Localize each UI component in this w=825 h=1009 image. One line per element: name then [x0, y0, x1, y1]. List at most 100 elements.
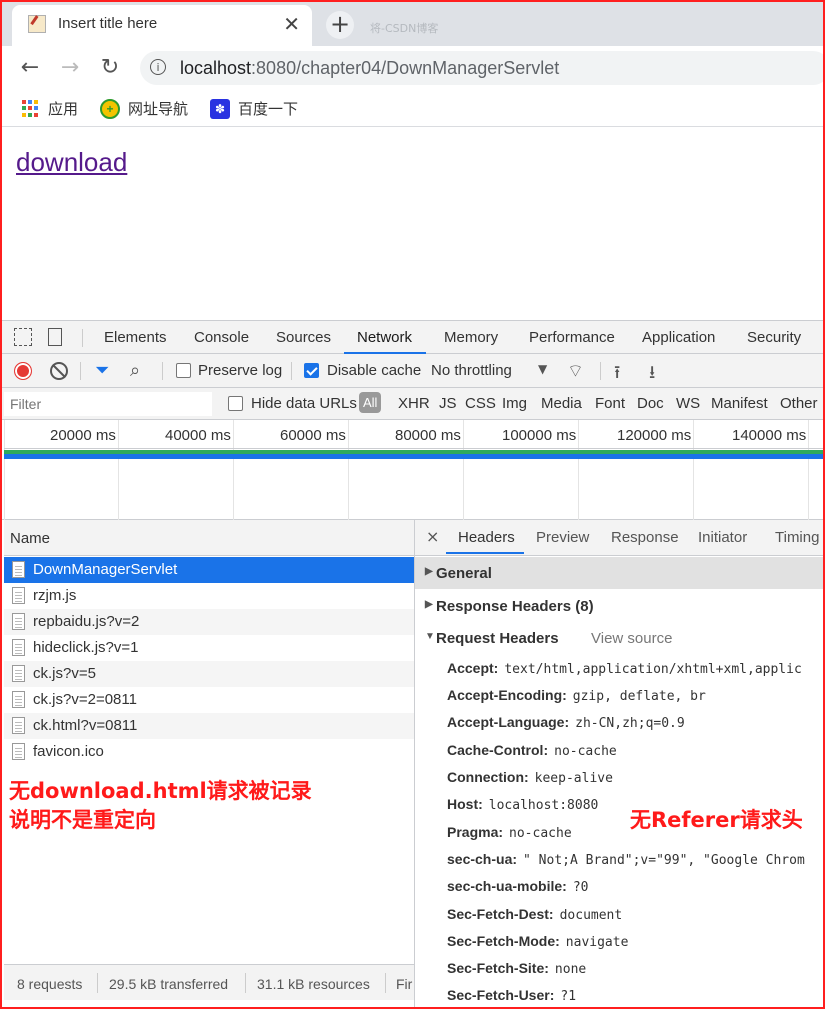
request-name: repbaidu.js?v=2 [33, 613, 140, 630]
type-filter-xhr[interactable]: XHR [398, 395, 430, 412]
request-row[interactable]: hideclick.js?v=1 [4, 635, 414, 661]
header-row: Connection: keep-alive [447, 769, 613, 786]
browser-tab[interactable]: Insert title here ✕ [12, 5, 312, 46]
timeline-overview[interactable]: 20000 ms 40000 ms 60000 ms 80000 ms 1000… [0, 420, 825, 520]
request-name: ck.html?v=0811 [33, 717, 138, 734]
close-detail-icon[interactable]: × [426, 527, 439, 546]
throttling-select[interactable]: No throttling [431, 362, 512, 379]
hide-data-urls-checkbox[interactable] [228, 396, 243, 411]
header-row: Accept-Language: zh-CN,zh;q=0.9 [447, 714, 685, 731]
section-response-headers[interactable]: ▶ Response Headers (8) [415, 590, 825, 622]
section-title: Response Headers (8) [436, 598, 594, 615]
bookmark-baidu[interactable]: ✽ 百度一下 [210, 98, 298, 119]
new-tab-button[interactable]: + [326, 11, 354, 39]
annotation-line: 无download.html请求被记录 [9, 779, 312, 803]
timeline-gridline [463, 420, 464, 520]
document-icon [12, 717, 25, 734]
tab-security[interactable]: Security [747, 329, 801, 346]
tab-preview[interactable]: Preview [536, 529, 589, 546]
request-row[interactable]: DownManagerServlet [4, 557, 414, 583]
network-status-bar: 8 requests 29.5 kB transferred 31.1 kB r… [4, 964, 414, 1000]
request-row[interactable]: favicon.ico [4, 739, 414, 765]
type-filter-doc[interactable]: Doc [637, 395, 664, 412]
divider [80, 362, 81, 380]
document-icon [12, 561, 25, 578]
tab-performance[interactable]: Performance [529, 329, 615, 346]
transferred-size: 29.5 kB transferred [109, 976, 229, 992]
bookmark-apps[interactable]: 应用 [22, 98, 78, 119]
tab-timing[interactable]: Timing [775, 529, 819, 546]
reload-icon[interactable]: ↻ [96, 54, 124, 82]
url-text: localhost:8080/chapter04/DownManagerServ… [180, 58, 560, 78]
document-icon [12, 691, 25, 708]
request-row[interactable]: ck.html?v=0811 [4, 713, 414, 739]
close-tab-icon[interactable]: ✕ [283, 12, 300, 36]
import-har-icon[interactable]: ⭱ [614, 360, 620, 390]
back-icon[interactable]: ← [16, 54, 44, 82]
header-row: Host: localhost:8080 [447, 796, 599, 813]
document-icon [12, 665, 25, 682]
inspect-element-icon[interactable] [14, 328, 32, 346]
header-row: Sec-Fetch-Mode: navigate [447, 933, 629, 950]
type-filter-all[interactable]: All [359, 392, 382, 413]
dropdown-arrow-icon[interactable]: ▼ [538, 362, 547, 376]
export-har-icon[interactable]: ⭳ [649, 360, 655, 390]
record-icon[interactable] [14, 362, 32, 380]
search-icon[interactable]: ⌕ [130, 360, 140, 381]
bookmark-nav[interactable]: + 网址导航 [100, 98, 188, 119]
tab-headers[interactable]: Headers [458, 529, 515, 546]
address-bar[interactable]: i localhost:8080/chapter04/DownManagerSe… [140, 51, 825, 85]
preserve-log-checkbox[interactable] [176, 363, 191, 378]
device-toolbar-icon[interactable] [48, 328, 62, 346]
filter-funnel-icon[interactable]: ⏷ [95, 360, 109, 381]
network-conditions-icon[interactable]: ⌔ [567, 360, 584, 383]
tomcat-favicon-icon [28, 15, 46, 33]
timeline-tick-label: 120000 ms [617, 427, 692, 444]
bookmarks-bar: 应用 + 网址导航 ✽ 百度一下 [0, 90, 825, 127]
request-row[interactable]: repbaidu.js?v=2 [4, 609, 414, 635]
request-row[interactable]: rzjm.js [4, 583, 414, 609]
tab-response[interactable]: Response [611, 529, 679, 546]
request-name: ck.js?v=5 [33, 665, 96, 682]
request-name: hideclick.js?v=1 [33, 639, 139, 656]
request-count: 8 requests [17, 976, 83, 992]
tab-memory[interactable]: Memory [444, 329, 498, 346]
download-link[interactable]: download [16, 147, 127, 178]
annotation-line: 说明不是重定向 [9, 808, 156, 832]
forward-icon[interactable]: → [56, 54, 84, 82]
timeline-tick-label: 40000 ms [165, 427, 231, 444]
filter-bar: Hide data URLs All XHR JS CSS Img Media … [0, 388, 825, 420]
request-name: favicon.ico [33, 743, 104, 760]
view-source-link[interactable]: View source [591, 630, 672, 647]
section-general[interactable]: ▶ General [415, 557, 825, 589]
divider [82, 329, 83, 347]
browser-toolbar: ← → ↻ i localhost:8080/chapter04/DownMan… [0, 46, 825, 90]
tab-initiator[interactable]: Initiator [698, 529, 747, 546]
request-list-header[interactable]: Name [4, 520, 414, 556]
type-filter-css[interactable]: CSS [465, 395, 496, 412]
active-tab-indicator [446, 552, 524, 554]
tab-network[interactable]: Network [357, 329, 412, 346]
type-filter-ws[interactable]: WS [676, 395, 700, 412]
section-request-headers[interactable]: ▼ Request Headers View source [415, 622, 825, 654]
type-filter-other[interactable]: Other [780, 395, 818, 412]
request-name: ck.js?v=2=0811 [33, 691, 137, 708]
filter-input[interactable] [4, 392, 212, 416]
request-row[interactable]: ck.js?v=5 [4, 661, 414, 687]
type-filter-font[interactable]: Font [595, 395, 625, 412]
type-filter-media[interactable]: Media [541, 395, 582, 412]
document-icon [12, 743, 25, 760]
tab-application[interactable]: Application [642, 329, 715, 346]
request-row[interactable]: ck.js?v=2=0811 [4, 687, 414, 713]
type-filter-js[interactable]: JS [439, 395, 457, 412]
type-filter-img[interactable]: Img [502, 395, 527, 412]
timeline-gridline [4, 420, 5, 520]
disable-cache-checkbox[interactable] [304, 363, 319, 378]
tab-elements[interactable]: Elements [104, 329, 167, 346]
clear-icon[interactable] [50, 362, 68, 380]
tab-sources[interactable]: Sources [276, 329, 331, 346]
tab-strip: Insert title here ✕ + 将-CSDN博客 [0, 0, 825, 46]
tab-console[interactable]: Console [194, 329, 249, 346]
info-icon[interactable]: i [150, 59, 166, 75]
type-filter-manifest[interactable]: Manifest [711, 395, 768, 412]
